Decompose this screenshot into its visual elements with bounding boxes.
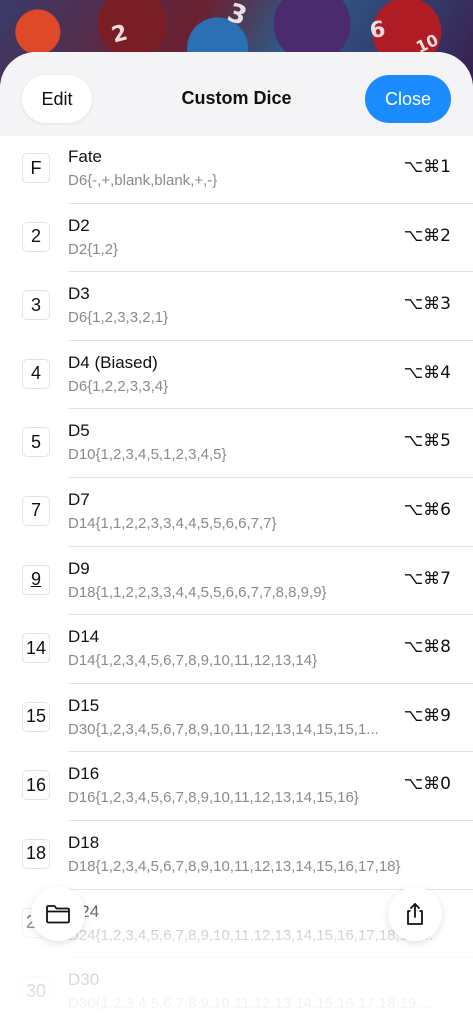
dice-badge: 14 — [22, 633, 50, 664]
dice-badge: 18 — [22, 838, 50, 869]
dice-badge-label: 14 — [25, 637, 47, 658]
dice-formula: D14{1,1,2,2,3,3,4,4,5,5,6,6,7,7} — [68, 514, 277, 532]
dice-name: D15 — [68, 695, 100, 715]
dice-name: D7 — [68, 489, 90, 509]
keyboard-shortcut: ⌥⌘5 — [403, 431, 451, 452]
keyboard-shortcut: ⌥⌘3 — [403, 294, 451, 315]
dice-badge: 2 — [22, 221, 50, 252]
keyboard-shortcut: ⌥⌘2 — [403, 225, 451, 246]
dice-name: D18 — [68, 832, 100, 852]
dice-formula: D18{1,1,2,2,3,3,4,4,5,5,6,6,7,7,8,8,9,9} — [68, 583, 327, 601]
dice-row[interactable]: 14 D14 D14{1,2,3,4,5,6,7,8,9,10,11,12,13,1… — [22, 614, 473, 683]
dice-row[interactable]: F Fate D6{-,+,blank,blank,+,-} ⌥⌘1 — [22, 134, 473, 203]
dice-name: D30 — [68, 970, 100, 990]
dice-formula: D10{1,2,3,4,5,1,2,3,4,5} — [68, 446, 227, 464]
dice-row[interactable]: 15 D15 D30{1,2,3,4,5,6,7,8,9,10,11,12,13,1… — [22, 682, 473, 752]
dice-formula: D14{1,2,3,4,5,6,7,8,9,10,11,12,13,14} — [68, 652, 318, 670]
dice-badge-label: 16 — [25, 774, 47, 795]
dice-formula: D6{-,+,blank,blank,+,-} — [68, 172, 218, 189]
dice-name: D4 (Biased) — [68, 352, 158, 372]
dice-badge-label: 7 — [30, 500, 41, 521]
dice-badge: 7 — [22, 495, 50, 526]
dice-badge: 30 — [22, 976, 50, 1007]
dice-name: Fate — [68, 147, 103, 166]
dice-formula: D2{1,2} — [68, 240, 119, 258]
keyboard-shortcut: ⌥⌘4 — [403, 362, 451, 383]
sheet-header: Edit Custom Dice Close — [0, 52, 473, 136]
dice-name: D16 — [68, 764, 100, 784]
keyboard-shortcut: ⌥⌘8 — [403, 637, 451, 658]
dice-badge: 15 — [22, 701, 50, 732]
background-glyph: 3 — [223, 0, 251, 33]
dice-badge: 16 — [22, 770, 50, 801]
dice-badge-label: 2 — [30, 226, 41, 247]
dice-row[interactable]: 2 D2 D2{1,2} ⌥⌘2 — [22, 202, 473, 272]
dice-formula: D6{1,2,3,3,2,1} — [68, 309, 169, 327]
dice-row[interactable]: 3 D3 D6{1,2,3,3,2,1} ⌥⌘3 — [22, 271, 473, 340]
background-glyph: 6 — [367, 16, 388, 45]
dice-badge: 5 — [22, 427, 50, 458]
keyboard-shortcut: ⌥⌘6 — [403, 499, 451, 520]
dice-badge-label: 5 — [30, 431, 41, 452]
open-folder-button[interactable] — [31, 887, 85, 941]
dice-badge-label: 4 — [30, 363, 41, 384]
dice-formula: D24{1,2,3,4,5,6,7,8,9,10,11,12,13,14,15,… — [68, 926, 434, 944]
dice-badge: 4 — [22, 358, 50, 389]
dice-badge: 3 — [22, 290, 50, 321]
keyboard-shortcut: ⌥⌘9 — [403, 705, 451, 726]
dice-badge-label: 30 — [25, 980, 47, 1001]
share-icon — [407, 903, 423, 925]
background-glyph: 2 — [109, 20, 131, 49]
keyboard-shortcut: ⌥⌘7 — [403, 568, 451, 589]
dice-name: D9 — [68, 558, 90, 578]
dice-name: D5 — [68, 421, 90, 441]
dice-formula: D6{1,2,2,3,3,4} — [68, 377, 169, 395]
dice-row[interactable]: 7 D7 D14{1,1,2,2,3,3,4,4,5,5,6,6,7,7} ⌥⌘6 — [22, 476, 473, 546]
share-button[interactable] — [388, 887, 442, 941]
dice-formula: D30{1,2,3,4,5,6,7,8,9,10,11,12,13,14,15,… — [68, 720, 379, 738]
folder-icon — [46, 905, 70, 924]
dice-name: D2 — [68, 215, 90, 235]
dice-row[interactable]: 30 D30 D30{1,2,3,4,5,6,7,8,9,10,11,12,13,1… — [22, 957, 473, 1024]
dice-row[interactable]: 9 D9 D18{1,1,2,2,3,3,4,4,5,5,6,6,7,7,8,8,9… — [22, 545, 473, 615]
dice-row[interactable]: 5 D5 D10{1,2,3,4,5,1,2,3,4,5} ⌥⌘5 — [22, 408, 473, 477]
dice-row[interactable]: 18 D18 D18{1,2,3,4,5,6,7,8,9,10,11,12,13,1… — [22, 819, 473, 889]
dice-name: D14 — [68, 627, 100, 647]
custom-dice-sheet: Edit Custom Dice Close F Fate D6{-,+,blank… — [0, 52, 473, 1024]
dice-formula: D16{1,2,3,4,5,6,7,8,9,10,11,12,13,14,15,… — [68, 789, 359, 807]
close-button[interactable]: Close — [365, 75, 451, 123]
dice-name: D3 — [68, 284, 90, 304]
keyboard-shortcut: ⌥⌘0 — [403, 774, 451, 795]
dice-badge-label: 18 — [25, 843, 47, 864]
dice-badge-label: 15 — [25, 706, 47, 727]
keyboard-shortcut: ⌥⌘1 — [403, 157, 451, 177]
dice-badge: 9 — [22, 564, 50, 595]
dice-badge-label: 3 — [30, 294, 41, 315]
dice-row[interactable]: 16 D16 D16{1,2,3,4,5,6,7,8,9,10,11,12,13,1… — [22, 751, 473, 820]
dice-formula: D30{1,2,3,4,5,6,7,8,9,10,11,12,13,14,15,… — [68, 995, 434, 1013]
dice-badge-label: 9 — [30, 569, 41, 590]
dice-badge-label: F — [30, 157, 42, 178]
dice-badge: F — [22, 153, 50, 183]
dice-formula: D18{1,2,3,4,5,6,7,8,9,10,11,12,13,14,15,… — [68, 857, 401, 875]
dice-row[interactable]: 4 D4 (Biased) D6{1,2,2,3,3,4} ⌥⌘4 — [22, 339, 473, 409]
